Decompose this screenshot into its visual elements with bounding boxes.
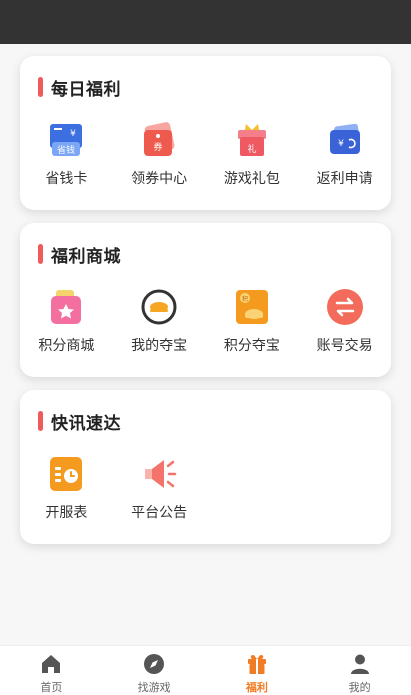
megaphone-icon xyxy=(145,460,177,488)
server-schedule-icon xyxy=(50,457,83,491)
title-accent-bar xyxy=(38,411,43,431)
rebate-wallet-icon: ¥ xyxy=(329,123,360,154)
exchange-icon xyxy=(326,289,363,325)
home-icon xyxy=(42,655,61,673)
user-icon xyxy=(350,654,369,674)
item-label: 平台公告 xyxy=(131,505,188,521)
svg-text:¥: ¥ xyxy=(71,129,77,139)
item-label: 返利申请 xyxy=(316,171,373,187)
status-bar xyxy=(0,0,411,44)
item-label: 我的夺宝 xyxy=(131,338,188,354)
platform-notice-button[interactable]: 平台公告 xyxy=(113,454,206,524)
section-title-text: 每日福利 xyxy=(51,79,121,100)
item-label: 积分商城 xyxy=(38,338,95,354)
gift-box-icon: 礼 xyxy=(237,124,266,156)
tab-label: 福利 xyxy=(245,681,268,694)
svg-text:省钱: 省钱 xyxy=(57,144,75,156)
section-title: 每日福利 xyxy=(38,76,121,100)
section-title-text: 福利商城 xyxy=(51,246,121,267)
tab-label: 找游戏 xyxy=(137,681,171,694)
section-title-text: 快讯速达 xyxy=(51,413,121,434)
section-title: 快讯速达 xyxy=(38,410,121,434)
tab-mine[interactable]: 我的 xyxy=(308,646,411,695)
section-title: 福利商城 xyxy=(38,243,121,267)
game-gift-button[interactable]: 礼 游戏礼包 xyxy=(206,120,299,190)
points-mall-button[interactable]: 积分商城 xyxy=(20,287,113,357)
treasure-icon xyxy=(141,289,177,325)
item-label: 领券中心 xyxy=(131,171,188,187)
quick-news-card: 快讯速达 开服表 平台公告 xyxy=(20,390,391,544)
server-schedule-button[interactable]: 开服表 xyxy=(20,454,113,524)
welfare-mall-card: 福利商城 积分商城 我的夺宝 积 积分夺宝 账号交易 xyxy=(20,223,391,377)
gift-icon xyxy=(247,655,266,674)
item-label: 积分夺宝 xyxy=(223,338,280,354)
coupon-icon: 券 xyxy=(144,122,175,156)
svg-text:礼: 礼 xyxy=(247,143,256,155)
svg-text:券: 券 xyxy=(154,141,163,153)
tab-find-game[interactable]: 找游戏 xyxy=(103,646,206,695)
tab-label: 首页 xyxy=(40,681,63,694)
title-accent-bar xyxy=(38,77,43,97)
title-accent-bar xyxy=(38,244,43,264)
daily-welfare-card: 每日福利 ¥ 省钱 省钱卡 券 领券中心 礼 游戏礼包 ¥ 返利申请 xyxy=(20,56,391,210)
item-label: 账号交易 xyxy=(316,338,373,354)
compass-icon xyxy=(144,654,165,674)
my-treasure-button[interactable]: 我的夺宝 xyxy=(113,287,206,357)
coupon-center-button[interactable]: 券 领券中心 xyxy=(113,120,206,190)
tab-label: 我的 xyxy=(348,681,371,694)
savings-card-button[interactable]: ¥ 省钱 省钱卡 xyxy=(20,120,113,190)
svg-text:¥: ¥ xyxy=(338,139,344,149)
bottom-tab-bar: 首页 找游戏 福利 我的 xyxy=(0,645,411,695)
rebate-apply-button[interactable]: ¥ 返利申请 xyxy=(298,120,391,190)
item-label: 开服表 xyxy=(45,505,88,521)
item-label: 游戏礼包 xyxy=(223,171,280,187)
shopping-bag-icon xyxy=(51,290,82,324)
savings-card-icon: ¥ 省钱 xyxy=(50,124,83,156)
tab-home[interactable]: 首页 xyxy=(0,646,103,695)
tab-welfare[interactable]: 福利 xyxy=(206,646,309,695)
points-treasure-button[interactable]: 积 积分夺宝 xyxy=(206,287,299,357)
item-label: 省钱卡 xyxy=(45,171,88,187)
svg-text:积: 积 xyxy=(242,295,248,303)
points-treasure-icon: 积 xyxy=(235,290,268,324)
account-trade-button[interactable]: 账号交易 xyxy=(298,287,391,357)
